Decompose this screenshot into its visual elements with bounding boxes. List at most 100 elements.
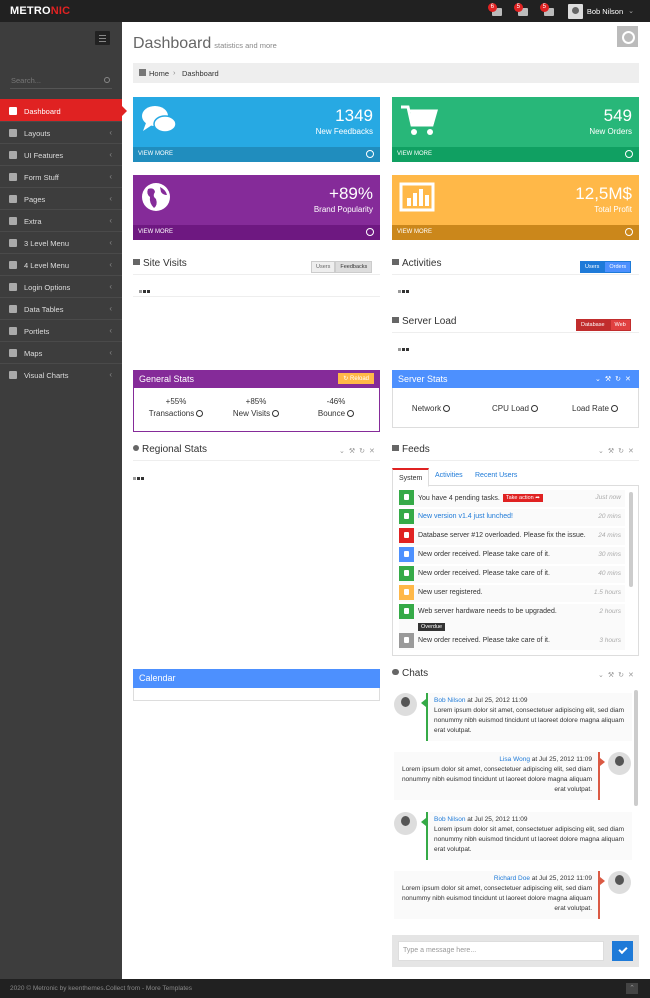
view-more-link[interactable]: VIEW MORE <box>133 147 380 162</box>
feedbacks-toggle-button[interactable]: Feedbacks <box>335 261 373 273</box>
chat-author-link[interactable]: Bob Nilson <box>434 697 465 704</box>
breadcrumb-home-link[interactable]: Home <box>149 69 169 78</box>
view-more-link[interactable]: VIEW MORE <box>392 147 639 162</box>
bullhorn-icon <box>392 259 399 265</box>
close-icon[interactable]: ✕ <box>628 671 634 679</box>
users-toggle-button[interactable]: Users <box>580 261 605 273</box>
feed-item[interactable]: New version v1.4 just lunched! 20 mins <box>399 509 625 526</box>
scroll-top-icon[interactable]: ⌃ <box>626 983 638 994</box>
sidebar-item-extra[interactable]: Extra ‹ <box>0 209 122 231</box>
calendar-portlet-title: Calendar <box>133 669 380 688</box>
calendar-body <box>133 688 380 701</box>
sidebar-item-label: Visual Charts <box>24 371 69 380</box>
stat-load-rate: Load Rate <box>555 404 635 413</box>
sidebar-item-maps[interactable]: Maps ‹ <box>0 341 122 363</box>
database-toggle-button[interactable]: Database <box>576 319 610 331</box>
stat-description: Total Profit <box>594 205 632 214</box>
arrow-circle-right-icon[interactable] <box>443 405 451 412</box>
wrench-icon[interactable]: ⚒ <box>349 447 355 455</box>
sidebar-item-layouts[interactable]: Layouts ‹ <box>0 121 122 143</box>
avatar <box>567 3 583 19</box>
arrow-circle-right-icon[interactable] <box>347 410 355 417</box>
user-menu[interactable]: Bob Nilson ⌄ <box>567 3 634 19</box>
arrow-circle-right-icon[interactable] <box>530 405 538 412</box>
envelope-icon[interactable]: 5 <box>513 3 530 17</box>
feed-item[interactable]: Database server #12 overloaded. Please f… <box>399 528 625 545</box>
stat-bounce: -46% Bounce <box>296 397 376 418</box>
feed-time: 24 mins <box>598 532 621 539</box>
sidebar-item-ui-features[interactable]: UI Features ‹ <box>0 143 122 165</box>
overdue-badge: Overdue <box>418 623 446 631</box>
user-icon <box>9 283 17 291</box>
search-icon[interactable] <box>104 77 110 83</box>
sidebar-item-portlets[interactable]: Portlets ‹ <box>0 319 122 341</box>
sidebar-item-dashboard[interactable]: Dashboard <box>0 99 127 121</box>
tab-activities[interactable]: Activities <box>435 472 463 479</box>
sidebar-item-4-level-menu[interactable]: 4 Level Menu ‹ <box>0 253 122 275</box>
send-button[interactable] <box>612 941 633 961</box>
chat-author-link[interactable]: Richard Doe <box>494 875 530 882</box>
sidebar-item-pages[interactable]: Pages ‹ <box>0 187 122 209</box>
feed-time: 3 hours <box>599 637 621 644</box>
sidebar-item-data-tables[interactable]: Data Tables ‹ <box>0 297 122 319</box>
sidebar-item-visual-charts[interactable]: Visual Charts ‹ <box>0 363 122 385</box>
collapse-icon[interactable]: ⌄ <box>598 447 604 455</box>
web-toggle-button[interactable]: Web <box>609 319 631 331</box>
bell-icon <box>392 445 399 451</box>
tab-system[interactable]: System <box>392 468 430 487</box>
view-more-link[interactable]: VIEW MORE <box>133 225 380 240</box>
feed-item[interactable]: New order received. Please take care of … <box>399 566 625 583</box>
view-more-link[interactable]: VIEW MORE <box>392 225 639 240</box>
collapse-icon[interactable]: ⌄ <box>595 375 601 383</box>
arrow-circle-right-icon[interactable] <box>196 410 204 417</box>
chevron-left-icon: ‹ <box>109 304 112 313</box>
avatar <box>394 693 417 716</box>
wrench-icon[interactable]: ⚒ <box>608 671 614 679</box>
refresh-icon[interactable]: ↻ <box>359 447 365 455</box>
tab-recent-users[interactable]: Recent Users <box>475 472 517 479</box>
arrow-circle-right-icon[interactable] <box>272 410 280 417</box>
logo[interactable]: METRONIC <box>10 5 70 17</box>
arrow-circle-right-icon[interactable] <box>610 405 618 412</box>
feed-item[interactable]: Web server hardware needs to be upgraded… <box>399 604 625 633</box>
feed-item[interactable]: New order received. Please take care of … <box>399 547 625 564</box>
refresh-icon[interactable]: ↻ <box>615 375 621 383</box>
feed-item[interactable]: New user registered. 1.5 hours <box>399 585 625 602</box>
wrench-icon[interactable]: ⚒ <box>608 447 614 455</box>
feeds-scrollbar[interactable] <box>629 492 633 587</box>
wrench-icon[interactable]: ⚒ <box>605 375 611 383</box>
chats-scrollbar[interactable] <box>634 690 638 806</box>
portlet-title: Activities <box>392 258 441 269</box>
loading-indicator <box>133 473 145 480</box>
breadcrumb-current[interactable]: Dashboard <box>182 69 219 78</box>
take-action-button[interactable]: Take action ➦ <box>502 494 543 502</box>
sidebar-toggle-button[interactable] <box>95 31 110 45</box>
sidebar-item-3-level-menu[interactable]: 3 Level Menu ‹ <box>0 231 122 253</box>
users-toggle-button[interactable]: Users <box>311 261 336 273</box>
chat-author-link[interactable]: Lisa Wong <box>499 756 530 763</box>
tasks-icon[interactable]: 5 <box>539 3 556 17</box>
refresh-icon[interactable]: ↻ <box>618 447 624 455</box>
sidebar-search-input[interactable]: Search... <box>10 75 112 89</box>
sidebar-item-label: 4 Level Menu <box>24 261 70 270</box>
close-icon[interactable]: ✕ <box>369 447 375 455</box>
shopping-cart-icon <box>401 105 438 135</box>
sidebar-item-form-stuff[interactable]: Form Stuff ‹ <box>0 165 122 187</box>
refresh-icon[interactable]: ↻ <box>618 671 624 679</box>
loading-indicator <box>139 286 151 293</box>
orders-toggle-button[interactable]: Orders <box>604 261 632 273</box>
collapse-icon[interactable]: ⌄ <box>339 447 345 455</box>
collapse-icon[interactable]: ⌄ <box>598 671 604 679</box>
feeds-portlet: Feeds ⌄ ⚒ ↻ ✕ <box>392 444 639 464</box>
feed-item[interactable]: You have 4 pending tasks. Take action ➦ Ju… <box>399 490 625 507</box>
close-icon[interactable]: ✕ <box>625 375 631 383</box>
chat-message-input[interactable]: Type a message here... <box>398 941 604 961</box>
close-icon[interactable]: ✕ <box>628 447 634 455</box>
feed-item[interactable]: New order received. Please take care of … <box>399 633 625 650</box>
reload-button[interactable]: ↻ Reload <box>338 373 374 384</box>
chat-author-link[interactable]: Bob Nilson <box>434 816 465 823</box>
feed-icon <box>399 528 414 543</box>
warning-icon[interactable]: 6 <box>487 3 504 17</box>
sidebar-item-login-options[interactable]: Login Options ‹ <box>0 275 122 297</box>
gear-icon[interactable] <box>617 26 638 47</box>
